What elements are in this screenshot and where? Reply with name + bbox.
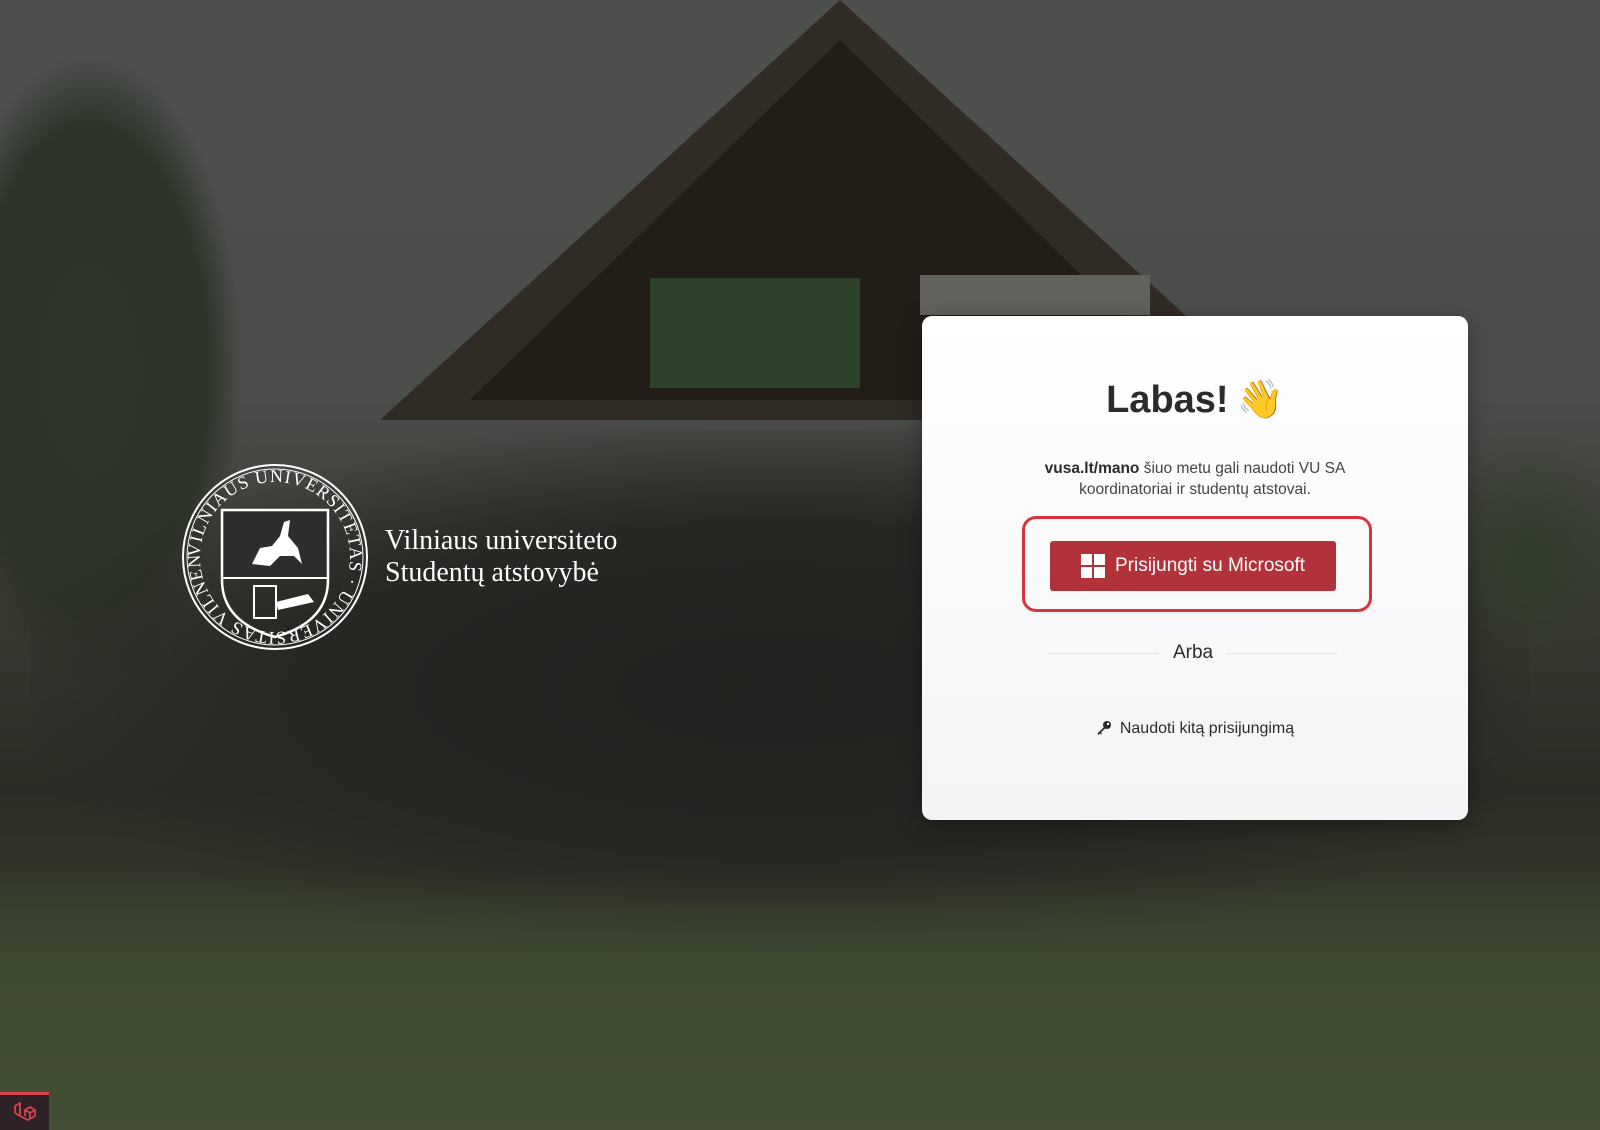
- alternative-login-label: Naudoti kitą prisijungimą: [1119, 720, 1295, 737]
- divider-line: [1048, 652, 1159, 654]
- alternative-login-link[interactable]: Naudoti kitą prisijungimą: [922, 720, 1468, 741]
- university-seal-icon: VILNIAUS UNIVERSITETAS · UNIVERSITAS VIL…: [180, 452, 368, 650]
- organization-name-line1: Vilniaus universiteto: [385, 525, 618, 556]
- or-divider: Arba: [1048, 641, 1339, 665]
- organization-name: Vilniaus universiteto Studentų atstovybė: [385, 525, 617, 589]
- login-description: vusa.lt/mano šiuo metu gali naudoti VU S…: [1012, 458, 1378, 500]
- laravel-icon: [13, 1101, 36, 1121]
- microsoft-login-label: Prisijungti su Microsoft: [1114, 555, 1306, 576]
- windows-icon: [1080, 554, 1105, 578]
- greeting-text: Labas!: [1106, 379, 1229, 421]
- waving-hand-icon: 👋: [1236, 379, 1284, 421]
- organization-name-line2: Studentų atstovybė: [385, 557, 599, 588]
- organization-logo: VILNIAUS UNIVERSITETAS · UNIVERSITAS VIL…: [180, 452, 640, 662]
- laravel-debug-badge[interactable]: [0, 1092, 49, 1130]
- key-icon: [1096, 720, 1112, 741]
- divider-line: [1227, 652, 1339, 654]
- site-name: vusa.lt/mano: [1044, 460, 1140, 477]
- divider-label: Arba: [1172, 642, 1214, 663]
- login-card: Labas! 👋 vusa.lt/mano šiuo metu gali naud…: [922, 316, 1468, 820]
- microsoft-login-button[interactable]: Prisijungti su Microsoft: [1050, 541, 1336, 591]
- greeting-title: Labas! 👋: [922, 378, 1468, 422]
